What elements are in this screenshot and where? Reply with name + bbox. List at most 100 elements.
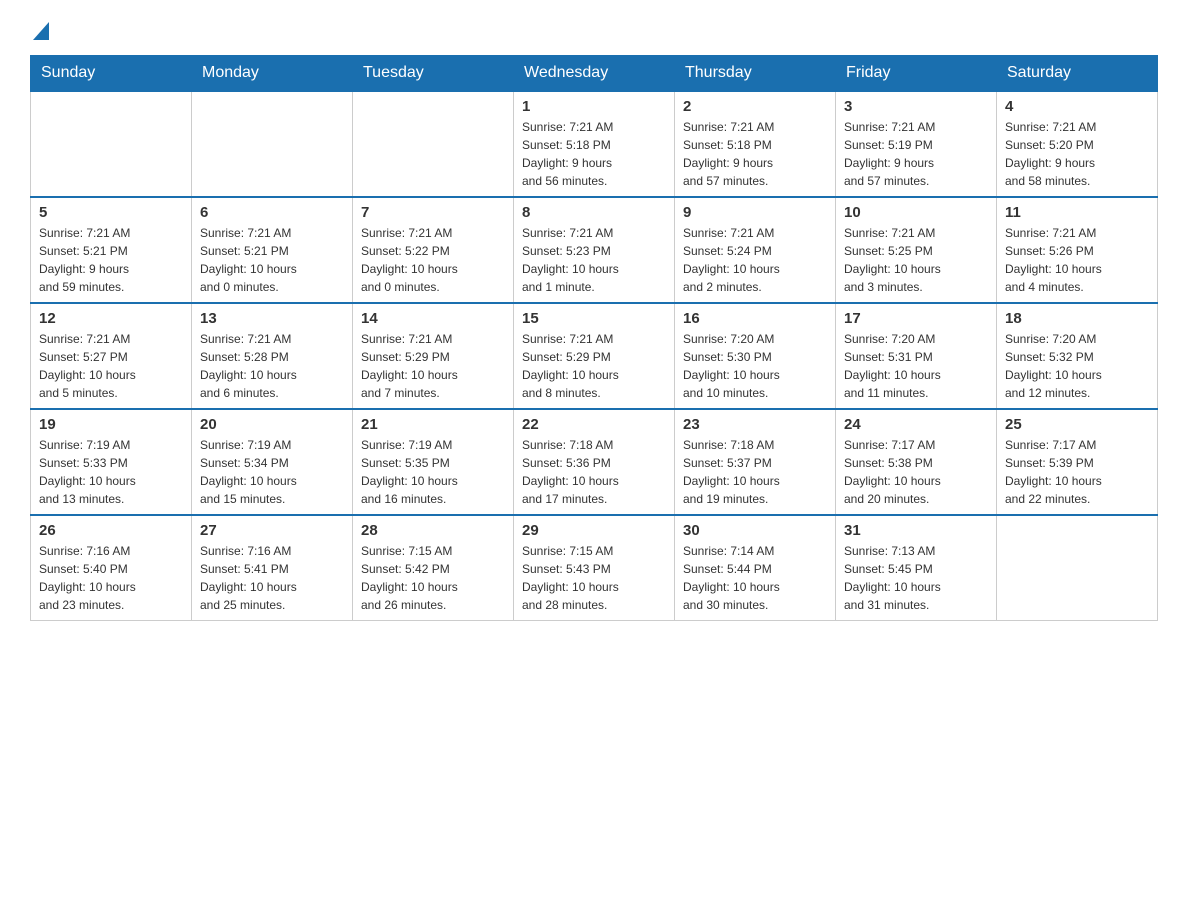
day-number: 12 — [39, 310, 183, 327]
day-info: Sunrise: 7:21 AM Sunset: 5:20 PM Dayligh… — [1005, 118, 1149, 190]
day-number: 23 — [683, 416, 827, 433]
day-number: 22 — [522, 416, 666, 433]
day-number: 27 — [200, 522, 344, 539]
day-of-week-header: Monday — [192, 55, 353, 91]
week-row: 1 Sunrise: 7:21 AM Sunset: 5:18 PM Daylig… — [31, 91, 1158, 197]
day-number: 29 — [522, 522, 666, 539]
week-row: 12 Sunrise: 7:21 AM Sunset: 5:27 PM Dayli… — [31, 303, 1158, 409]
week-row: 19 Sunrise: 7:19 AM Sunset: 5:33 PM Dayli… — [31, 409, 1158, 515]
day-number: 21 — [361, 416, 505, 433]
calendar-cell — [353, 91, 514, 197]
day-info: Sunrise: 7:18 AM Sunset: 5:36 PM Dayligh… — [522, 436, 666, 508]
day-of-week-header: Thursday — [675, 55, 836, 91]
day-info: Sunrise: 7:21 AM Sunset: 5:18 PM Dayligh… — [522, 118, 666, 190]
day-number: 10 — [844, 204, 988, 221]
logo — [30, 20, 49, 45]
calendar-cell: 17 Sunrise: 7:20 AM Sunset: 5:31 PM Dayli… — [836, 303, 997, 409]
calendar-cell: 18 Sunrise: 7:20 AM Sunset: 5:32 PM Dayli… — [997, 303, 1158, 409]
day-number: 1 — [522, 98, 666, 115]
day-number: 5 — [39, 204, 183, 221]
day-info: Sunrise: 7:17 AM Sunset: 5:38 PM Dayligh… — [844, 436, 988, 508]
week-row: 26 Sunrise: 7:16 AM Sunset: 5:40 PM Dayli… — [31, 515, 1158, 621]
calendar-cell: 29 Sunrise: 7:15 AM Sunset: 5:43 PM Dayli… — [514, 515, 675, 621]
calendar-cell: 31 Sunrise: 7:13 AM Sunset: 5:45 PM Dayli… — [836, 515, 997, 621]
day-info: Sunrise: 7:18 AM Sunset: 5:37 PM Dayligh… — [683, 436, 827, 508]
calendar-cell: 22 Sunrise: 7:18 AM Sunset: 5:36 PM Dayli… — [514, 409, 675, 515]
day-info: Sunrise: 7:19 AM Sunset: 5:35 PM Dayligh… — [361, 436, 505, 508]
day-number: 3 — [844, 98, 988, 115]
calendar-table: SundayMondayTuesdayWednesdayThursdayFrid… — [30, 55, 1158, 621]
day-info: Sunrise: 7:15 AM Sunset: 5:43 PM Dayligh… — [522, 542, 666, 614]
day-number: 6 — [200, 204, 344, 221]
calendar-cell — [997, 515, 1158, 621]
day-number: 2 — [683, 98, 827, 115]
day-info: Sunrise: 7:15 AM Sunset: 5:42 PM Dayligh… — [361, 542, 505, 614]
day-number: 7 — [361, 204, 505, 221]
day-info: Sunrise: 7:21 AM Sunset: 5:21 PM Dayligh… — [39, 224, 183, 296]
calendar-cell — [31, 91, 192, 197]
calendar-cell: 10 Sunrise: 7:21 AM Sunset: 5:25 PM Dayli… — [836, 197, 997, 303]
week-row: 5 Sunrise: 7:21 AM Sunset: 5:21 PM Daylig… — [31, 197, 1158, 303]
day-number: 30 — [683, 522, 827, 539]
day-info: Sunrise: 7:21 AM Sunset: 5:24 PM Dayligh… — [683, 224, 827, 296]
day-number: 19 — [39, 416, 183, 433]
day-of-week-header: Tuesday — [353, 55, 514, 91]
day-info: Sunrise: 7:20 AM Sunset: 5:32 PM Dayligh… — [1005, 330, 1149, 402]
calendar-cell: 21 Sunrise: 7:19 AM Sunset: 5:35 PM Dayli… — [353, 409, 514, 515]
calendar-cell: 24 Sunrise: 7:17 AM Sunset: 5:38 PM Dayli… — [836, 409, 997, 515]
calendar-cell: 25Sunrise: 7:17 AM Sunset: 5:39 PM Dayli… — [997, 409, 1158, 515]
day-number: 31 — [844, 522, 988, 539]
day-info: Sunrise: 7:16 AM Sunset: 5:41 PM Dayligh… — [200, 542, 344, 614]
calendar-cell: 2 Sunrise: 7:21 AM Sunset: 5:18 PM Daylig… — [675, 91, 836, 197]
day-of-week-header: Friday — [836, 55, 997, 91]
calendar-cell: 23 Sunrise: 7:18 AM Sunset: 5:37 PM Dayli… — [675, 409, 836, 515]
calendar-cell: 7 Sunrise: 7:21 AM Sunset: 5:22 PM Daylig… — [353, 197, 514, 303]
day-number: 26 — [39, 522, 183, 539]
day-info: Sunrise: 7:21 AM Sunset: 5:26 PM Dayligh… — [1005, 224, 1149, 296]
day-number: 8 — [522, 204, 666, 221]
day-info: Sunrise: 7:21 AM Sunset: 5:27 PM Dayligh… — [39, 330, 183, 402]
day-number: 18 — [1005, 310, 1149, 327]
calendar-cell — [192, 91, 353, 197]
day-number: 16 — [683, 310, 827, 327]
logo-triangle-icon — [33, 22, 49, 40]
day-number: 25 — [1005, 416, 1149, 433]
day-info: Sunrise: 7:21 AM Sunset: 5:22 PM Dayligh… — [361, 224, 505, 296]
calendar-cell: 27 Sunrise: 7:16 AM Sunset: 5:41 PM Dayli… — [192, 515, 353, 621]
calendar-cell: 12 Sunrise: 7:21 AM Sunset: 5:27 PM Dayli… — [31, 303, 192, 409]
day-info: Sunrise: 7:19 AM Sunset: 5:34 PM Dayligh… — [200, 436, 344, 508]
calendar-cell: 14Sunrise: 7:21 AM Sunset: 5:29 PM Dayli… — [353, 303, 514, 409]
day-info: Sunrise: 7:21 AM Sunset: 5:25 PM Dayligh… — [844, 224, 988, 296]
day-info: Sunrise: 7:20 AM Sunset: 5:31 PM Dayligh… — [844, 330, 988, 402]
day-number: 9 — [683, 204, 827, 221]
day-info: Sunrise: 7:20 AM Sunset: 5:30 PM Dayligh… — [683, 330, 827, 402]
calendar-cell: 19 Sunrise: 7:19 AM Sunset: 5:33 PM Dayli… — [31, 409, 192, 515]
calendar-cell: 13 Sunrise: 7:21 AM Sunset: 5:28 PM Dayli… — [192, 303, 353, 409]
day-of-week-header: Sunday — [31, 55, 192, 91]
page-header — [30, 20, 1158, 45]
day-info: Sunrise: 7:21 AM Sunset: 5:23 PM Dayligh… — [522, 224, 666, 296]
calendar-cell: 5 Sunrise: 7:21 AM Sunset: 5:21 PM Daylig… — [31, 197, 192, 303]
calendar-cell: 4Sunrise: 7:21 AM Sunset: 5:20 PM Daylig… — [997, 91, 1158, 197]
day-info: Sunrise: 7:21 AM Sunset: 5:19 PM Dayligh… — [844, 118, 988, 190]
day-info: Sunrise: 7:16 AM Sunset: 5:40 PM Dayligh… — [39, 542, 183, 614]
calendar-cell: 8 Sunrise: 7:21 AM Sunset: 5:23 PM Daylig… — [514, 197, 675, 303]
day-info: Sunrise: 7:19 AM Sunset: 5:33 PM Dayligh… — [39, 436, 183, 508]
calendar-cell: 9 Sunrise: 7:21 AM Sunset: 5:24 PM Daylig… — [675, 197, 836, 303]
day-number: 14 — [361, 310, 505, 327]
day-number: 24 — [844, 416, 988, 433]
calendar-cell: 26 Sunrise: 7:16 AM Sunset: 5:40 PM Dayli… — [31, 515, 192, 621]
day-info: Sunrise: 7:21 AM Sunset: 5:18 PM Dayligh… — [683, 118, 827, 190]
calendar-cell: 15Sunrise: 7:21 AM Sunset: 5:29 PM Dayli… — [514, 303, 675, 409]
day-info: Sunrise: 7:21 AM Sunset: 5:28 PM Dayligh… — [200, 330, 344, 402]
day-info: Sunrise: 7:13 AM Sunset: 5:45 PM Dayligh… — [844, 542, 988, 614]
day-number: 28 — [361, 522, 505, 539]
day-number: 17 — [844, 310, 988, 327]
calendar-cell: 3 Sunrise: 7:21 AM Sunset: 5:19 PM Daylig… — [836, 91, 997, 197]
day-number: 15 — [522, 310, 666, 327]
calendar-header-row: SundayMondayTuesdayWednesdayThursdayFrid… — [31, 55, 1158, 91]
day-number: 11 — [1005, 204, 1149, 221]
day-number: 20 — [200, 416, 344, 433]
calendar-cell: 11 Sunrise: 7:21 AM Sunset: 5:26 PM Dayli… — [997, 197, 1158, 303]
day-number: 13 — [200, 310, 344, 327]
